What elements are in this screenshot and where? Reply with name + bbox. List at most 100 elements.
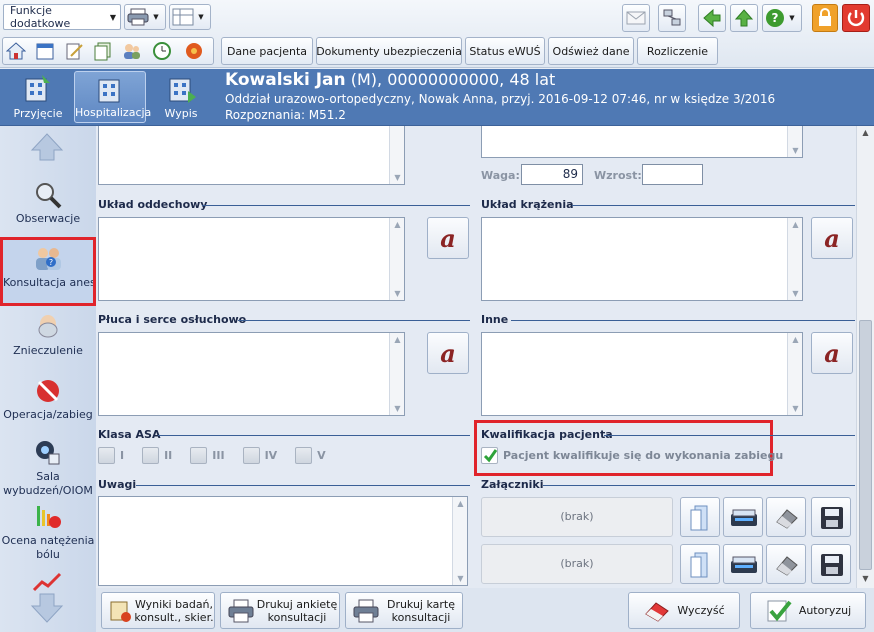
textarea-prev-right[interactable]: ▼: [481, 126, 803, 158]
circulatory-textarea[interactable]: ▲ ▼: [481, 217, 803, 301]
home-icon[interactable]: [5, 41, 27, 64]
network-button[interactable]: [658, 4, 686, 32]
sidebar-item-recovery-room[interactable]: Sala wybudzeń/OIOM: [0, 438, 96, 498]
network-computers-icon: [663, 9, 681, 26]
asa-option-3[interactable]: III: [190, 447, 225, 464]
up-button[interactable]: [730, 4, 758, 32]
sidebar-item-observations[interactable]: Obserwacje: [0, 180, 96, 225]
nav-discharge[interactable]: Wypis: [152, 71, 210, 123]
lungs-heart-label: Płuca i serce osłuchowo: [98, 313, 247, 326]
monitor-recovery-icon: [36, 441, 60, 465]
attachment-slot-1[interactable]: (brak): [481, 497, 673, 537]
circulatory-template-button[interactable]: a: [811, 217, 853, 259]
attachment-1-scan-button[interactable]: [723, 497, 763, 537]
attachment-2-erase-button[interactable]: [766, 544, 806, 584]
attachment-1-open-button[interactable]: [680, 497, 720, 537]
checkbox[interactable]: [142, 447, 160, 464]
asa-option-1[interactable]: I: [98, 447, 124, 464]
other-textarea[interactable]: ▲ ▼: [481, 332, 803, 416]
attachment-1-save-button[interactable]: [811, 497, 851, 537]
power-icon: [847, 10, 865, 27]
qualification-checkbox[interactable]: [481, 447, 498, 464]
sidebar-item-pain-assessment[interactable]: Ocena natężenia bólu: [0, 502, 96, 562]
scroll-thumb[interactable]: [859, 320, 872, 570]
attachment-1-erase-button[interactable]: [766, 497, 806, 537]
attachment-2-scan-button[interactable]: [723, 544, 763, 584]
surgery-scalpel-icon: [37, 380, 59, 402]
sidebar-scroll-down-icon[interactable]: [30, 592, 64, 627]
patient-diagnosis: Rozpoznania: M51.2: [225, 108, 346, 122]
checkbox[interactable]: [190, 447, 208, 464]
form-scrollbar[interactable]: ▲ ▼: [856, 126, 874, 588]
section-divider: [604, 435, 855, 436]
authorize-check-icon: [767, 600, 792, 621]
sidebar-item-anesthesia[interactable]: Znieczulenie: [0, 312, 96, 357]
print-dropdown-button[interactable]: ▼: [124, 4, 166, 30]
back-button[interactable]: [698, 4, 726, 32]
attachment-2-open-button[interactable]: [680, 544, 720, 584]
authorize-button[interactable]: Autoryzuj: [750, 592, 866, 629]
clear-button[interactable]: Wyczyść: [628, 592, 740, 629]
pain-scale-icon: [37, 506, 61, 528]
additional-functions-combo[interactable]: Funkcje dodatkowe ▼: [3, 4, 121, 30]
results-documents-icon: [110, 601, 131, 622]
checkbox[interactable]: [295, 447, 313, 464]
other-template-button[interactable]: a: [811, 332, 853, 374]
respiratory-textarea[interactable]: ▲ ▼: [98, 217, 405, 301]
main-toolbar: Funkcje dodatkowe ▼ ▼ ▼ ? ▼ Dane pacjent…: [0, 0, 874, 68]
weight-input[interactable]: 89: [521, 164, 583, 185]
height-input[interactable]: [642, 164, 703, 185]
checkbox[interactable]: [98, 447, 115, 464]
scroll-up-arrow[interactable]: ▲: [859, 128, 872, 137]
sidebar-item-anesthesia-consultation[interactable]: ? Konsultacja anestezjologiczna: [0, 237, 96, 306]
chevron-down-icon: ▼: [198, 13, 204, 21]
sidebar-item-surgery[interactable]: Operacja/zabieg: [0, 376, 96, 421]
note-edit-icon[interactable]: [64, 41, 84, 64]
lock-button[interactable]: [812, 4, 838, 32]
attachment-slot-2[interactable]: (brak): [481, 544, 673, 584]
power-button[interactable]: [842, 4, 870, 32]
asa-option-2[interactable]: II: [142, 447, 172, 464]
textarea-prev-left[interactable]: ▼: [98, 126, 405, 185]
tab-insurance-documents[interactable]: Dokumenty ubezpieczenia: [316, 37, 462, 65]
envelope-icon: [626, 11, 646, 25]
tab-settlement[interactable]: Rozliczenie: [637, 37, 718, 65]
asa-class-label: Klasa ASA: [98, 428, 161, 441]
attachment-2-save-button[interactable]: [811, 544, 851, 584]
help-dropdown-button[interactable]: ? ▼: [762, 4, 802, 32]
nav-admission[interactable]: Przyjęcie: [6, 71, 70, 123]
sidebar-scroll-up-icon[interactable]: [30, 132, 64, 165]
qualification-checkbox-row[interactable]: Pacjent kwalifikuje się do wykonania zab…: [481, 447, 783, 464]
clock-refresh-icon[interactable]: [152, 41, 172, 64]
checkbox[interactable]: [242, 447, 260, 464]
section-divider: [543, 485, 855, 486]
asa-option-5[interactable]: V: [295, 447, 326, 464]
scanner-icon: [731, 509, 757, 526]
settings-flower-icon[interactable]: [184, 41, 204, 64]
scroll-down-arrow[interactable]: ▼: [859, 574, 872, 583]
calendar-icon[interactable]: [35, 41, 55, 64]
printer-icon: [353, 599, 379, 622]
help-icon: ?: [766, 9, 784, 27]
tab-patient-data[interactable]: Dane pacjenta: [221, 37, 313, 65]
results-button[interactable]: Wyniki badań, konsult., skier.: [101, 592, 215, 629]
floppy-disk-icon: [821, 554, 843, 576]
layout-dropdown-button[interactable]: ▼: [169, 4, 211, 30]
eraser-icon: [645, 601, 670, 622]
asa-option-4[interactable]: IV: [242, 447, 277, 464]
lungs-template-button[interactable]: a: [427, 332, 469, 374]
floppy-disk-icon: [821, 507, 843, 529]
respiratory-template-button[interactable]: a: [427, 217, 469, 259]
asa-options: I II III IV V: [98, 447, 326, 464]
lungs-heart-textarea[interactable]: ▲ ▼: [98, 332, 405, 416]
documents-icon[interactable]: [93, 41, 113, 64]
tab-refresh-data[interactable]: Odśwież dane: [548, 37, 634, 65]
users-icon[interactable]: [122, 41, 142, 64]
bottom-action-bar: Wyniki badań, konsult., skier. Drukuj an…: [96, 588, 874, 632]
nav-hospitalization[interactable]: Hospitalizacja: [74, 71, 151, 123]
tab-ewus-status[interactable]: Status eWUŚ: [465, 37, 545, 65]
print-survey-button[interactable]: Drukuj ankietę konsultacji: [220, 592, 340, 629]
mail-button[interactable]: [622, 4, 650, 32]
notes-textarea[interactable]: ▲ ▼: [98, 496, 468, 586]
print-card-button[interactable]: Drukuj kartę konsultacji: [345, 592, 463, 629]
